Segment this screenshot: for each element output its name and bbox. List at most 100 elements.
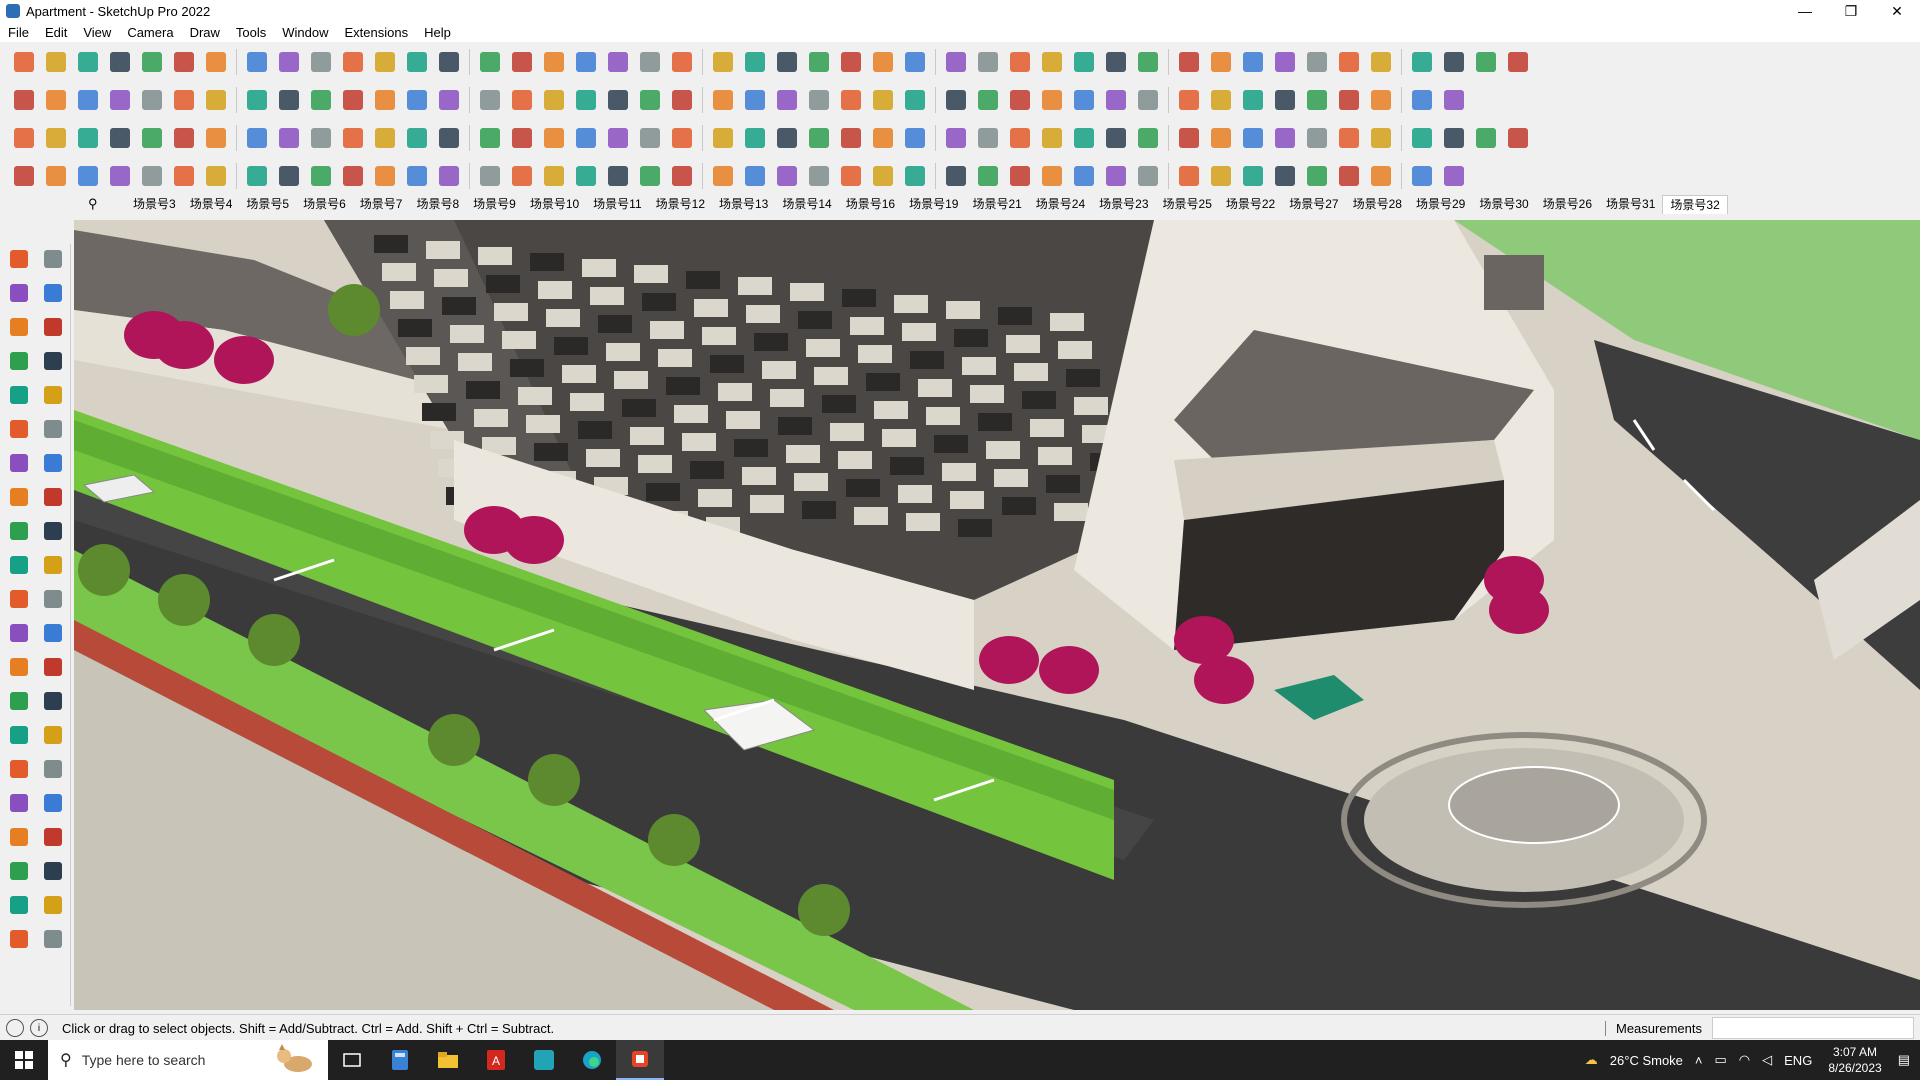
toolbar-tool-icon[interactable]: [1367, 124, 1395, 152]
toolbar-tool-icon[interactable]: [1207, 48, 1235, 76]
geo-location-icon[interactable]: [6, 1019, 24, 1037]
toolbar-tool-icon[interactable]: [435, 124, 463, 152]
scene-tab[interactable]: 场景号19: [902, 195, 965, 213]
toolbar-tool-icon[interactable]: [974, 48, 1002, 76]
scene-tab[interactable]: 场景号29: [1409, 195, 1472, 213]
toolbar-tool-icon[interactable]: [74, 48, 102, 76]
toolbar-tool-icon[interactable]: [869, 124, 897, 152]
toolbar-tool-icon[interactable]: [138, 124, 166, 152]
toolbar-tool-icon[interactable]: [1303, 48, 1331, 76]
toolbar-tool-icon[interactable]: [1472, 124, 1500, 152]
edge-icon[interactable]: [568, 1040, 616, 1080]
toolbar-tool-icon[interactable]: [1038, 86, 1066, 114]
toolbar-tool-icon[interactable]: [668, 86, 696, 114]
toolbar-tool-icon[interactable]: [371, 124, 399, 152]
freehand-icon[interactable]: [38, 482, 68, 512]
toolbar-tool-icon[interactable]: [275, 48, 303, 76]
arc-2pt-icon[interactable]: [4, 448, 34, 478]
toolbar-tool-icon[interactable]: [508, 48, 536, 76]
toolbar-tool-icon[interactable]: [805, 124, 833, 152]
toolbar-tool-icon[interactable]: [1440, 162, 1468, 190]
toolbar-tool-icon[interactable]: [974, 124, 1002, 152]
toolbar-tool-icon[interactable]: [837, 162, 865, 190]
model-viewport[interactable]: [74, 220, 1920, 1010]
protractor-icon[interactable]: [4, 652, 34, 682]
toolbar-tool-icon[interactable]: [974, 162, 1002, 190]
toolbar-tool-icon[interactable]: [435, 162, 463, 190]
toolbar-tool-icon[interactable]: [1367, 48, 1395, 76]
toolbar-tool-icon[interactable]: [1472, 48, 1500, 76]
toolbar-tool-icon[interactable]: [10, 48, 38, 76]
tape-measure-icon[interactable]: [4, 618, 34, 648]
menu-extensions[interactable]: Extensions: [337, 25, 417, 40]
toolbar-tool-icon[interactable]: [170, 48, 198, 76]
toolbar-tool-icon[interactable]: [572, 124, 600, 152]
volume-icon[interactable]: ◁: [1762, 1052, 1772, 1068]
maximize-button[interactable]: ❐: [1828, 0, 1874, 22]
toolbar-tool-icon[interactable]: [403, 124, 431, 152]
toolbar-tool-icon[interactable]: [275, 124, 303, 152]
toolbar-tool-icon[interactable]: [307, 162, 335, 190]
toolbar-tool-icon[interactable]: [170, 124, 198, 152]
scene-tab[interactable]: 场景号11: [586, 195, 648, 213]
toolbar-tool-icon[interactable]: [42, 86, 70, 114]
toolbar-tool-icon[interactable]: [604, 162, 632, 190]
toolbar-tool-icon[interactable]: [10, 86, 38, 114]
toolbar-tool-icon[interactable]: [202, 162, 230, 190]
toolbar-tool-icon[interactable]: [1303, 86, 1331, 114]
toolbar-tool-icon[interactable]: [339, 124, 367, 152]
rotate-icon[interactable]: [4, 550, 34, 580]
toolbar-tool-icon[interactable]: [1134, 162, 1162, 190]
file-explorer-icon[interactable]: [424, 1040, 472, 1080]
toolbar-tool-icon[interactable]: [869, 86, 897, 114]
toolbar-tool-icon[interactable]: [1303, 124, 1331, 152]
toolbar-tool-icon[interactable]: [1504, 48, 1532, 76]
toolbar-tool-icon[interactable]: [508, 162, 536, 190]
toolbar-tool-icon[interactable]: [1239, 162, 1267, 190]
toolbar-tool-icon[interactable]: [403, 48, 431, 76]
toolbar-tool-icon[interactable]: [805, 48, 833, 76]
toolbar-tool-icon[interactable]: [339, 162, 367, 190]
toolbar-tool-icon[interactable]: [604, 86, 632, 114]
menu-window[interactable]: Window: [274, 25, 336, 40]
toolbar-tool-icon[interactable]: [837, 124, 865, 152]
toolbar-tool-icon[interactable]: [773, 48, 801, 76]
toolbar-tool-icon[interactable]: [1207, 162, 1235, 190]
toolbar-tool-icon[interactable]: [668, 162, 696, 190]
toolbar-tool-icon[interactable]: [869, 162, 897, 190]
scene-tab[interactable]: 场景号4: [183, 195, 240, 213]
toolbar-tool-icon[interactable]: [371, 48, 399, 76]
toolbar-tool-icon[interactable]: [106, 162, 134, 190]
toolbar-tool-icon[interactable]: [1102, 124, 1130, 152]
taskbar-search[interactable]: ⚲ Type here to search: [48, 1040, 328, 1080]
toolbar-tool-icon[interactable]: [243, 162, 271, 190]
toolbar-tool-icon[interactable]: [709, 162, 737, 190]
scene-tab[interactable]: 场景号31: [1599, 195, 1662, 213]
toolbar-tool-icon[interactable]: [1006, 124, 1034, 152]
toolbar-tool-icon[interactable]: [1038, 162, 1066, 190]
follow-me-icon[interactable]: [38, 550, 68, 580]
toolbar-tool-icon[interactable]: [1134, 86, 1162, 114]
polygon-icon[interactable]: [38, 414, 68, 444]
push-pull-icon[interactable]: [38, 516, 68, 546]
scene-tab[interactable]: 场景号27: [1282, 195, 1345, 213]
toolbar-tool-icon[interactable]: [138, 86, 166, 114]
toolbar-tool-icon[interactable]: [202, 86, 230, 114]
toolbar-tool-icon[interactable]: [1408, 124, 1436, 152]
toolbar-tool-icon[interactable]: [435, 48, 463, 76]
scene-tab[interactable]: 场景号8: [409, 195, 466, 213]
toolbar-tool-icon[interactable]: [1335, 86, 1363, 114]
toolbar-tool-icon[interactable]: [709, 48, 737, 76]
acrobat-icon[interactable]: A: [472, 1040, 520, 1080]
toolbar-tool-icon[interactable]: [805, 86, 833, 114]
section-plane-icon[interactable]: [38, 856, 68, 886]
start-button[interactable]: [0, 1040, 48, 1080]
scene-tab[interactable]: 场景号9: [466, 195, 523, 213]
toolbar-tool-icon[interactable]: [74, 124, 102, 152]
toolbar-tool-icon[interactable]: [74, 162, 102, 190]
zoom-window-icon[interactable]: [38, 754, 68, 784]
toolbar-tool-icon[interactable]: [1271, 162, 1299, 190]
toolbar-tool-icon[interactable]: [10, 162, 38, 190]
toolbar-tool-icon[interactable]: [1408, 86, 1436, 114]
toolbar-tool-icon[interactable]: [403, 86, 431, 114]
